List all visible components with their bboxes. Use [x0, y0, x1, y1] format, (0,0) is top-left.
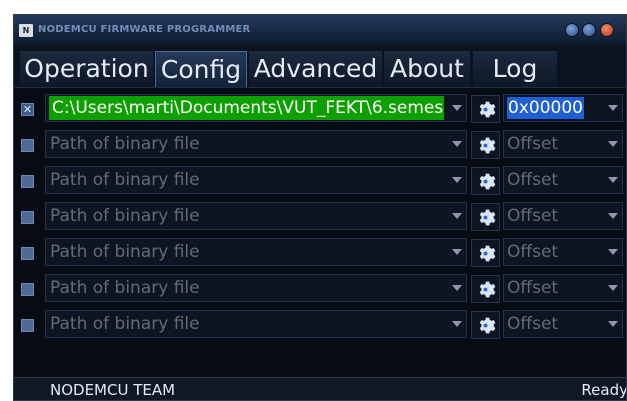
- offset-combobox[interactable]: Offset: [503, 310, 623, 338]
- chevron-down-icon[interactable]: [452, 105, 462, 111]
- row-checkbox[interactable]: [21, 247, 34, 260]
- offset-combobox[interactable]: 0x00000: [503, 94, 623, 122]
- browse-button[interactable]: [471, 95, 500, 123]
- title-bar[interactable]: N NODEMCU FIRMWARE PROGRAMMER: [14, 15, 626, 45]
- browse-button[interactable]: [471, 275, 500, 303]
- binary-path-text: Path of binary file: [50, 314, 200, 334]
- tab-log[interactable]: Log: [473, 51, 557, 87]
- file-row: Path of binary file Offset: [14, 128, 626, 162]
- binary-path-text: Path of binary file: [50, 242, 200, 262]
- binary-path-combobox[interactable]: Path of binary file: [45, 238, 467, 266]
- offset-text: Offset: [507, 242, 559, 262]
- minimize-button[interactable]: [565, 23, 579, 37]
- offset-combobox[interactable]: Offset: [503, 166, 623, 194]
- binary-path-combobox[interactable]: Path of binary file: [45, 130, 467, 158]
- window-title: NODEMCU FIRMWARE PROGRAMMER: [38, 24, 251, 35]
- offset-text: 0x00000: [507, 97, 584, 119]
- row-checkbox[interactable]: [21, 139, 34, 152]
- app-window: N NODEMCU FIRMWARE PROGRAMMER Operation …: [13, 14, 627, 401]
- file-row: Path of binary file Offset: [14, 308, 626, 342]
- chevron-down-icon[interactable]: [608, 141, 618, 147]
- chevron-down-icon[interactable]: [452, 141, 462, 147]
- close-button[interactable]: [600, 23, 614, 37]
- gear-icon: [479, 317, 496, 334]
- gear-icon: [479, 209, 496, 226]
- browse-button[interactable]: [471, 131, 500, 159]
- row-checkbox[interactable]: [21, 211, 34, 224]
- gear-icon: [479, 245, 496, 262]
- offset-combobox[interactable]: Offset: [503, 274, 623, 302]
- tab-bar: Operation Config Advanced About Log: [14, 45, 626, 87]
- gear-icon: [479, 281, 496, 298]
- offset-combobox[interactable]: Offset: [503, 202, 623, 230]
- binary-path-text: Path of binary file: [50, 134, 200, 154]
- team-label: NODEMCU TEAM: [50, 381, 176, 399]
- offset-combobox[interactable]: Offset: [503, 130, 623, 158]
- binary-path-text: Path of binary file: [50, 170, 200, 190]
- gear-icon: [479, 137, 496, 154]
- binary-path-combobox[interactable]: Path of binary file: [45, 166, 467, 194]
- status-text: Ready: [581, 381, 627, 399]
- file-row: Path of binary file Offset: [14, 200, 626, 234]
- chevron-down-icon[interactable]: [452, 321, 462, 327]
- offset-text: Offset: [507, 314, 559, 334]
- binary-path-combobox[interactable]: Path of binary file: [45, 310, 467, 338]
- row-checkbox[interactable]: [21, 175, 34, 188]
- chevron-down-icon[interactable]: [452, 249, 462, 255]
- row-checkbox[interactable]: [21, 319, 34, 332]
- browse-button[interactable]: [471, 167, 500, 195]
- offset-text: Offset: [507, 278, 559, 298]
- offset-text: Offset: [507, 170, 559, 190]
- browse-button[interactable]: [471, 239, 500, 267]
- file-row: Path of binary file Offset: [14, 164, 626, 198]
- file-row: ✕ C:\Users\marti\Documents\VUT_FEKT\6.se…: [14, 92, 626, 126]
- browse-button[interactable]: [471, 203, 500, 231]
- app-icon: N: [19, 24, 33, 37]
- offset-combobox[interactable]: Offset: [503, 238, 623, 266]
- chevron-down-icon[interactable]: [608, 321, 618, 327]
- browse-button[interactable]: [471, 311, 500, 339]
- chevron-down-icon[interactable]: [452, 213, 462, 219]
- gear-icon: [479, 101, 496, 118]
- binary-path-text: C:\Users\marti\Documents\VUT_FEKT\6.seme…: [49, 96, 444, 120]
- chevron-down-icon[interactable]: [608, 285, 618, 291]
- row-checkbox[interactable]: ✕: [21, 103, 34, 116]
- offset-text: Offset: [507, 134, 559, 154]
- chevron-down-icon[interactable]: [608, 213, 618, 219]
- binary-path-combobox[interactable]: C:\Users\marti\Documents\VUT_FEKT\6.seme…: [45, 94, 467, 122]
- file-row: Path of binary file Offset: [14, 272, 626, 306]
- binary-path-text: Path of binary file: [50, 206, 200, 226]
- tab-operation[interactable]: Operation: [20, 51, 153, 87]
- tab-advanced[interactable]: Advanced: [249, 51, 382, 87]
- config-panel: ✕ C:\Users\marti\Documents\VUT_FEKT\6.se…: [14, 87, 626, 378]
- binary-path-combobox[interactable]: Path of binary file: [45, 202, 467, 230]
- chevron-down-icon[interactable]: [452, 177, 462, 183]
- binary-path-combobox[interactable]: Path of binary file: [45, 274, 467, 302]
- chevron-down-icon[interactable]: [608, 105, 618, 111]
- tab-about[interactable]: About: [384, 51, 470, 87]
- row-checkbox[interactable]: [21, 283, 34, 296]
- file-row: Path of binary file Offset: [14, 236, 626, 270]
- binary-path-text: Path of binary file: [50, 278, 200, 298]
- chevron-down-icon[interactable]: [608, 249, 618, 255]
- gear-icon: [479, 173, 496, 190]
- status-bar: NODEMCU TEAM Ready: [14, 377, 627, 400]
- chevron-down-icon[interactable]: [608, 177, 618, 183]
- tab-config[interactable]: Config: [155, 51, 247, 87]
- chevron-down-icon[interactable]: [452, 285, 462, 291]
- offset-text: Offset: [507, 206, 559, 226]
- maximize-button[interactable]: [582, 23, 596, 37]
